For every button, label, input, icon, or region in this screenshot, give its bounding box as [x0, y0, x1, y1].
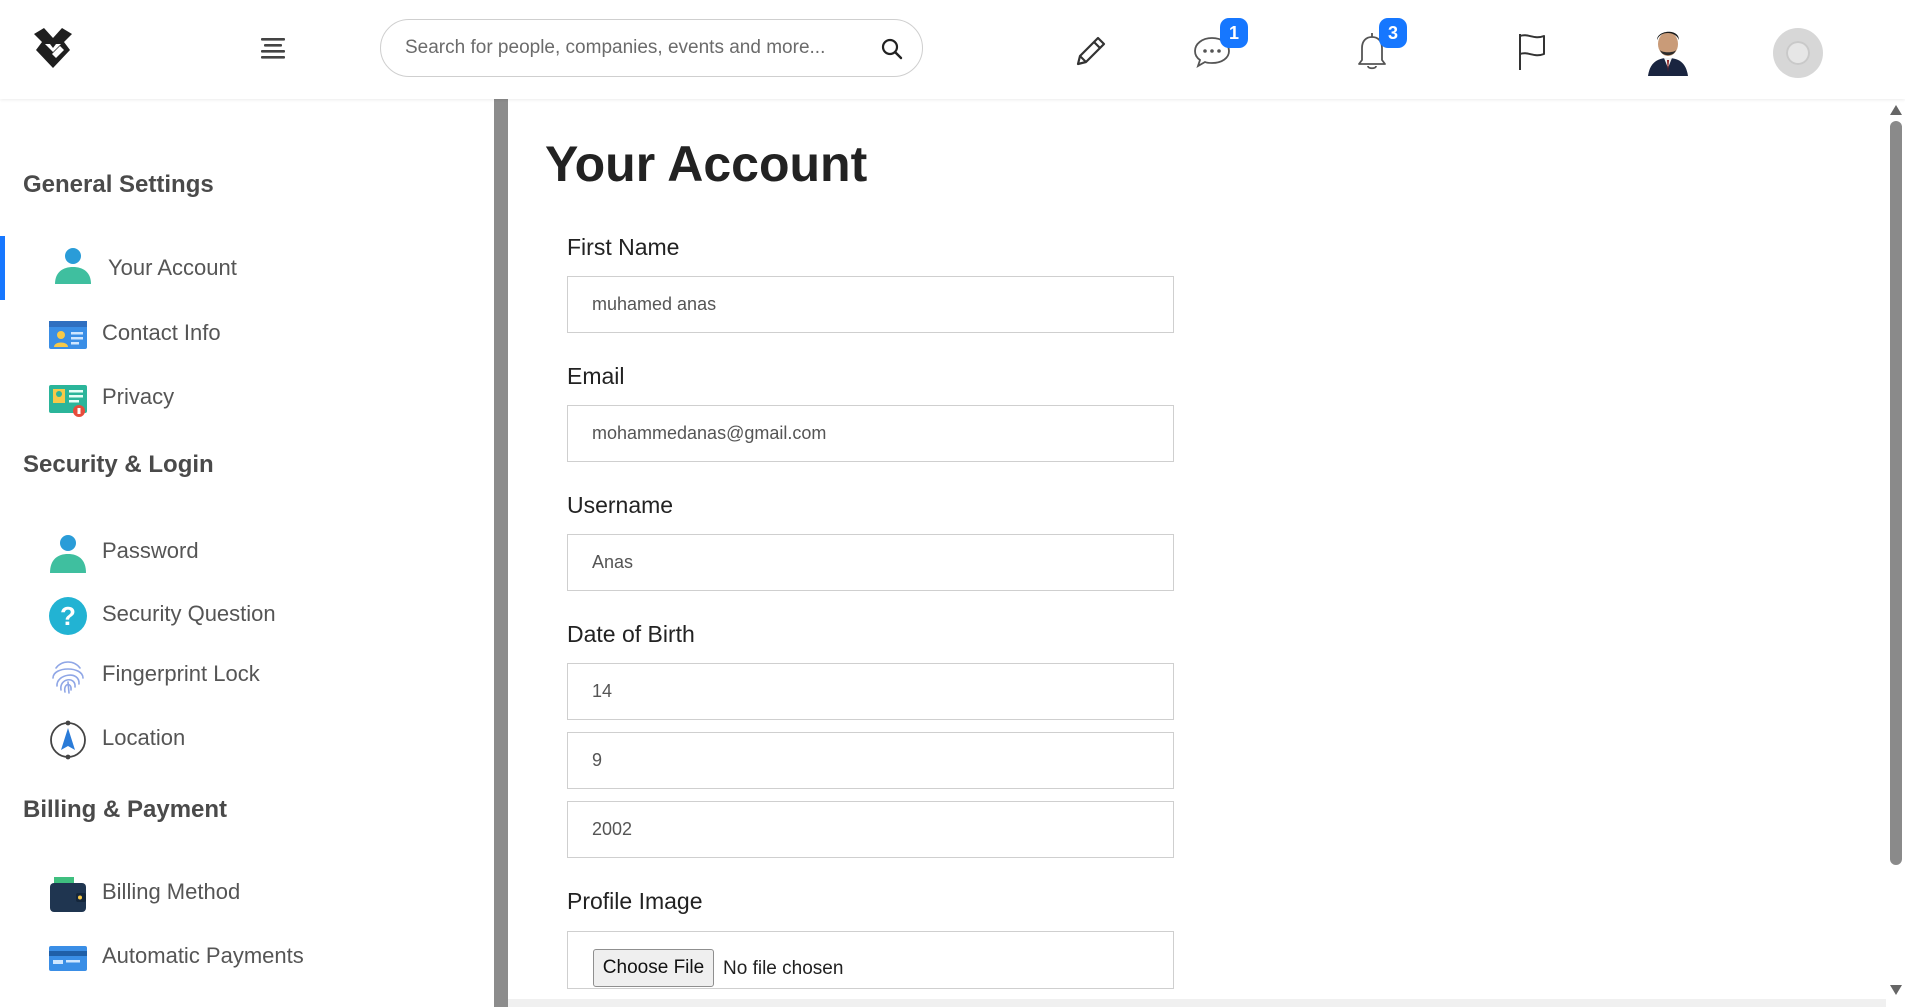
user-icon [50, 535, 86, 573]
sidebar-item-location[interactable]: Location [0, 710, 494, 766]
sidebar-item-your-account[interactable]: Your Account [0, 236, 494, 300]
user-avatar[interactable] [1644, 22, 1692, 76]
pencil-icon[interactable] [1070, 30, 1110, 72]
username-field[interactable] [567, 534, 1174, 591]
file-status-text: No file chosen [723, 958, 844, 979]
sidebar-item-label: Your Account [108, 255, 237, 280]
dob-day-field[interactable] [567, 663, 1174, 720]
sidebar-item-privacy[interactable]: Privacy [0, 369, 494, 425]
horizontal-scroll-track [508, 999, 1886, 1007]
email-field[interactable] [567, 405, 1174, 462]
sidebar-item-label: Privacy [102, 384, 175, 409]
section-title-general: General Settings [23, 171, 214, 198]
messages-badge: 1 [1220, 18, 1248, 48]
sidebar-item-label: Security Question [102, 601, 276, 626]
sidebar-item-security-question[interactable]: ? Security Question [0, 586, 494, 642]
dob-year-field[interactable] [567, 801, 1174, 858]
sidebar-divider [494, 99, 508, 1007]
sidebar-item-fingerprint-lock[interactable]: Fingerprint Lock [0, 646, 494, 702]
section-title-security: Security & Login [23, 451, 214, 478]
first-name-field[interactable] [567, 276, 1174, 333]
vertical-scrollbar[interactable] [1886, 99, 1905, 1007]
contact-card-icon [49, 321, 87, 349]
sidebar-item-billing-method[interactable]: Billing Method [0, 864, 494, 920]
wallet-icon [50, 877, 86, 912]
settings-toggle[interactable] [1773, 28, 1823, 78]
choose-file-button[interactable]: Choose File [593, 949, 714, 987]
search-bar [380, 19, 923, 77]
search-input[interactable] [405, 20, 855, 76]
first-name-label: First Name [567, 234, 680, 260]
fingerprint-icon [52, 661, 84, 694]
sidebar-item-label: Contact Info [102, 320, 221, 345]
question-icon: ? [49, 597, 87, 635]
scroll-up-icon[interactable] [1890, 105, 1902, 115]
sidebar-item-contact-info[interactable]: Contact Info [0, 305, 494, 361]
scroll-down-icon[interactable] [1890, 985, 1902, 995]
username-label: Username [567, 492, 674, 518]
page-title: Your Account [545, 136, 868, 192]
sidebar-item-label: Password [102, 538, 199, 563]
privacy-card-icon [49, 385, 87, 417]
dob-label: Date of Birth [567, 621, 695, 647]
user-icon [55, 248, 91, 284]
search-icon[interactable] [880, 37, 904, 61]
profile-image-upload: Choose File No file chosen [567, 931, 1174, 989]
compass-icon [50, 720, 86, 760]
brand-logo-icon[interactable] [30, 24, 76, 72]
sidebar-item-label: Location [102, 725, 186, 750]
sidebar-item-automatic-payments[interactable]: Automatic Payments [0, 928, 494, 984]
flag-icon[interactable] [1514, 30, 1554, 72]
dob-month-field[interactable] [567, 732, 1174, 789]
notifications-badge: 3 [1379, 18, 1407, 48]
sidebar-item-label: Automatic Payments [102, 943, 304, 968]
section-title-billing: Billing & Payment [23, 796, 228, 823]
menu-toggle-icon[interactable] [258, 33, 288, 63]
account-form-panel: Your Account First Name Email Username D… [508, 99, 1886, 999]
settings-sidebar: General Settings Your Account Contact In… [0, 99, 494, 1007]
scroll-thumb[interactable] [1890, 121, 1902, 865]
sidebar-item-label: Fingerprint Lock [102, 661, 260, 686]
email-label: Email [567, 363, 625, 389]
credit-card-icon [49, 946, 87, 971]
sidebar-item-password[interactable]: Password [0, 523, 494, 579]
svg-text:?: ? [60, 601, 76, 631]
top-header: 1 3 [0, 0, 1905, 99]
active-indicator [0, 236, 5, 300]
sidebar-item-label: Billing Method [102, 879, 241, 904]
profile-image-label: Profile Image [567, 888, 703, 914]
